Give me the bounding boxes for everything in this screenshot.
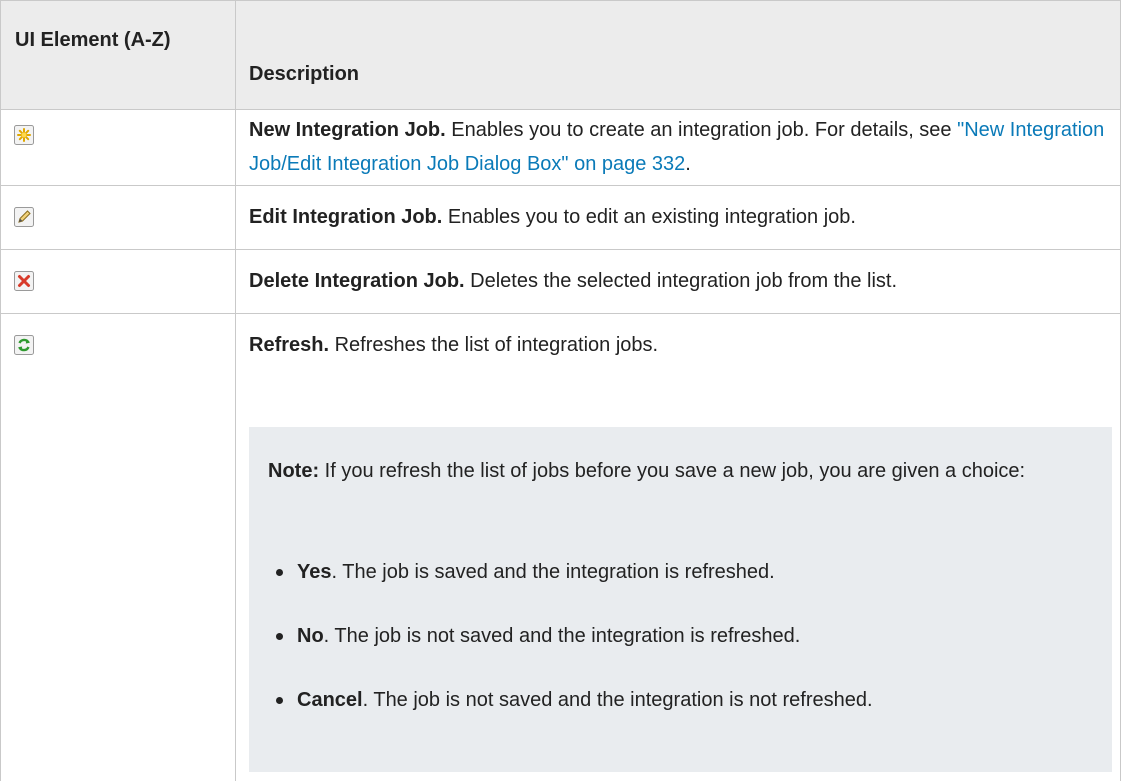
row-text: Enables you to create an integration job… xyxy=(445,119,958,141)
choice-text: . The job is not saved and the integrati… xyxy=(362,689,873,711)
row-divider xyxy=(1,249,1120,250)
bullet-dot xyxy=(276,569,283,576)
row-title: Refresh. xyxy=(249,334,330,356)
column-header-ui-element: UI Element (A-Z) xyxy=(15,29,171,51)
note-text: Note: If you refresh the list of jobs be… xyxy=(268,454,1088,488)
row-new-integration-job-description: New Integration Job. Enables you to crea… xyxy=(249,113,1109,181)
bullet-dot xyxy=(276,697,283,704)
row-divider xyxy=(1,313,1120,314)
row-refresh-description: Refresh. Refreshes the list of integrati… xyxy=(249,328,1109,362)
row-text-end: . xyxy=(685,153,691,175)
choice-label: No xyxy=(297,625,324,647)
row-delete-integration-job-description: Delete Integration Job. Deletes the sele… xyxy=(249,264,1109,298)
choice-text: . The job is not saved and the integrati… xyxy=(323,625,801,647)
row-title: Edit Integration Job. xyxy=(249,206,443,228)
new-star-icon[interactable] xyxy=(14,125,34,145)
ui-elements-table: UI Element (A-Z) Description New Integra… xyxy=(0,0,1121,781)
note-box: Note: If you refresh the list of jobs be… xyxy=(249,427,1112,772)
row-text: Deletes the selected integration job fro… xyxy=(464,270,898,292)
note-body: If you refresh the list of jobs before y… xyxy=(319,460,1026,482)
row-edit-integration-job-description: Edit Integration Job. Enables you to edi… xyxy=(249,200,1109,234)
row-text: Enables you to edit an existing integrat… xyxy=(442,206,856,228)
choice-label: Cancel xyxy=(297,689,363,711)
choice-text: . The job is saved and the integration i… xyxy=(331,561,775,583)
row-title: Delete Integration Job. xyxy=(249,270,465,292)
table-header: UI Element (A-Z) Description xyxy=(1,0,1120,110)
choice-label: Yes xyxy=(297,561,332,583)
row-text: Refreshes the list of integration jobs. xyxy=(329,334,659,356)
delete-x-icon[interactable] xyxy=(14,271,34,291)
note-label: Note: xyxy=(268,460,320,482)
row-divider xyxy=(1,185,1120,186)
row-title: New Integration Job. xyxy=(249,119,446,141)
edit-pencil-icon[interactable] xyxy=(14,207,34,227)
column-divider xyxy=(235,0,236,781)
bullet-dot xyxy=(276,633,283,640)
refresh-icon[interactable] xyxy=(14,335,34,355)
column-header-description: Description xyxy=(249,63,360,85)
